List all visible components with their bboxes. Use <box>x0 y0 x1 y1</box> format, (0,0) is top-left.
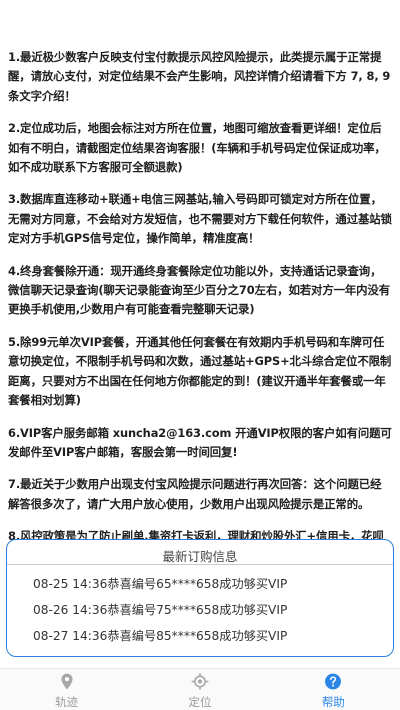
order-item: 08-25 14:36恭喜编号65****658成功够买VIP <box>33 577 288 591</box>
tab-locate[interactable]: 定位 <box>133 669 266 710</box>
latest-orders-panel: 最新订购信息 08-25 14:36恭喜编号65****658成功够买VIP 0… <box>6 539 394 657</box>
notice-paragraph-7: 7.最近关于少数用户出现支付宝风险提示问题进行再次回答：这个问题已经解答很多次了… <box>8 477 382 511</box>
tab-help[interactable]: 帮助 <box>267 669 400 710</box>
orders-title: 最新订购信息 <box>162 549 238 564</box>
tab-track-label: 轨迹 <box>55 695 79 709</box>
notice-paragraph-4: 4.终身套餐除开通：现开通终身套餐除定位功能以外，支持通话记录查询，微信聊天记录… <box>8 263 391 317</box>
bottom-tab-bar: 轨迹 定位 帮助 <box>0 668 400 710</box>
crosshair-icon <box>191 673 209 690</box>
tab-locate-label: 定位 <box>188 695 212 709</box>
tab-help-label: 帮助 <box>321 695 345 709</box>
order-item: 08-27 14:36恭喜编号85****658成功够买VIP <box>33 629 288 643</box>
notice-content: 1.最近极少数客户反映支付宝付款提示风控风险提示，此类提示属于正常提醒，请放心支… <box>0 0 400 565</box>
notice-paragraph-1: 1.最近极少数客户反映支付宝付款提示风控风险提示，此类提示属于正常提醒，请放心支… <box>8 50 391 103</box>
order-item: 08-26 14:36恭喜编号75****658成功够买VIP <box>33 603 288 617</box>
help-icon <box>325 673 342 690</box>
notice-paragraph-5: 5.除99元单次VIP套餐，开通其他任何套餐在有效期内手机号码和车牌可任意切换定… <box>8 334 392 408</box>
notice-paragraph-6: 6.VIP客户服务邮箱 xuncha2@163.com 开通VIP权限的客户如有… <box>8 425 392 459</box>
orders-list: 08-25 14:36恭喜编号65****658成功够买VIP 08-26 14… <box>7 565 393 649</box>
location-pin-icon <box>61 673 73 690</box>
notice-paragraph-2: 2.定位成功后，地图会标注对方所在位置，地图可缩放查看更详细！定位后如有不明白，… <box>8 121 386 175</box>
notice-paragraph-3: 3.数据库直连移动+联通+电信三网基站,输入号码即可锁定对方所在位置，无需对方同… <box>8 192 392 246</box>
tab-track[interactable]: 轨迹 <box>0 669 133 710</box>
